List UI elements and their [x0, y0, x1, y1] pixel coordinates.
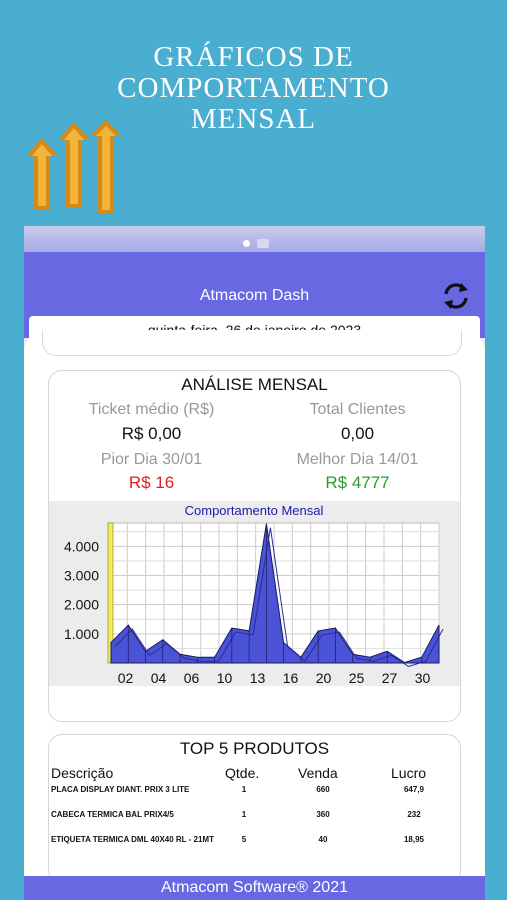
- x-tick-label: 06: [184, 670, 200, 686]
- x-tick-label: 16: [283, 670, 299, 686]
- app-title: Atmacom Dash: [199, 287, 310, 304]
- x-tick-label: 30: [415, 670, 431, 686]
- row-qty: 5: [241, 835, 247, 844]
- camera-icon: [257, 239, 270, 249]
- monthly-analysis-card: ANÁLISE MENSAL Ticket médio (R$) Total C…: [48, 370, 461, 722]
- phone-screen: Atmacom Dash quinta-feira, 26 de janeiro…: [24, 226, 485, 900]
- monthly-chart: Comportamento Mensal 1.000 2.000 3.000 4.000…: [49, 501, 460, 686]
- x-tick-label: 04: [151, 670, 167, 686]
- row-profit: 18,95: [403, 835, 425, 844]
- col-header-profit: Lucro: [391, 765, 427, 781]
- col-header-description: Descrição: [51, 765, 114, 781]
- row-profit: 232: [407, 810, 421, 819]
- ticket-label: Ticket médio (R$): [88, 401, 215, 418]
- y-tick-label: 1.000: [64, 626, 99, 642]
- x-tick-label: 20: [316, 670, 332, 686]
- worst-day-label: Pior Dia 30/01: [100, 451, 203, 468]
- best-day-value: R$ 4777: [325, 473, 390, 492]
- row-description: PLACA DISPLAY DIANT. PRIX 3 LITE: [51, 785, 190, 794]
- x-tick-label: 25: [349, 670, 365, 686]
- row-sale: 660: [316, 785, 330, 794]
- chart-title: Comportamento Mensal: [185, 503, 324, 518]
- status-strip: [24, 226, 485, 252]
- row-description: ETIQUETA TERMICA DML 40X40 RL - 21MT: [51, 835, 214, 844]
- app-bar: Atmacom Dash quinta-feira, 26 de janeiro…: [24, 252, 485, 345]
- ticket-value: R$ 0,00: [121, 424, 182, 443]
- col-header-qty: Qtde.: [225, 765, 260, 781]
- col-header-sale: Venda: [298, 765, 338, 781]
- y-tick-label: 2.000: [64, 597, 99, 613]
- top5-products-card: TOP 5 PRODUTOS Descrição Qtde. Venda Luc…: [48, 734, 461, 884]
- growth-arrows-icon: [26, 120, 122, 214]
- x-tick-label: 10: [217, 670, 233, 686]
- row-sale: 360: [316, 810, 330, 819]
- page-indicator: [24, 235, 485, 253]
- refresh-icon[interactable]: [439, 279, 473, 313]
- row-profit: 647,9: [403, 785, 425, 794]
- x-tick-label: 02: [118, 670, 134, 686]
- page-dot: [242, 240, 250, 248]
- promo-title-line-2: COMPORTAMENTO: [117, 72, 390, 104]
- row-sale: 40: [318, 835, 328, 844]
- top5-title: TOP 5 PRODUTOS: [179, 739, 330, 758]
- monthly-title: ANÁLISE MENSAL: [181, 375, 328, 394]
- x-tick-label: 13: [250, 670, 266, 686]
- best-day-label: Melhor Dia 14/01: [296, 451, 419, 468]
- clients-label: Total Clientes: [309, 401, 406, 418]
- promo-title-line-1: GRÁFICOS DE: [153, 41, 354, 73]
- row-description: CABECA TERMICA BAL PRIX4/5: [51, 810, 174, 819]
- worst-day-value: R$ 16: [128, 473, 175, 492]
- clients-value: 0,00: [340, 424, 375, 443]
- x-tick-label: 27: [382, 670, 398, 686]
- y-tick-label: 3.000: [64, 568, 99, 584]
- dashboard-content: ANÁLISE MENSAL Ticket médio (R$) Total C…: [24, 330, 485, 884]
- previous-card-edge: [42, 330, 462, 356]
- row-qty: 1: [241, 810, 247, 819]
- row-qty: 1: [241, 785, 247, 794]
- y-tick-label: 4.000: [64, 538, 99, 554]
- monthly-chart-svg: Comportamento Mensal 1.000 2.000 3.000 4.000…: [64, 503, 444, 686]
- footer: Atmacom Software® 2021: [24, 876, 485, 900]
